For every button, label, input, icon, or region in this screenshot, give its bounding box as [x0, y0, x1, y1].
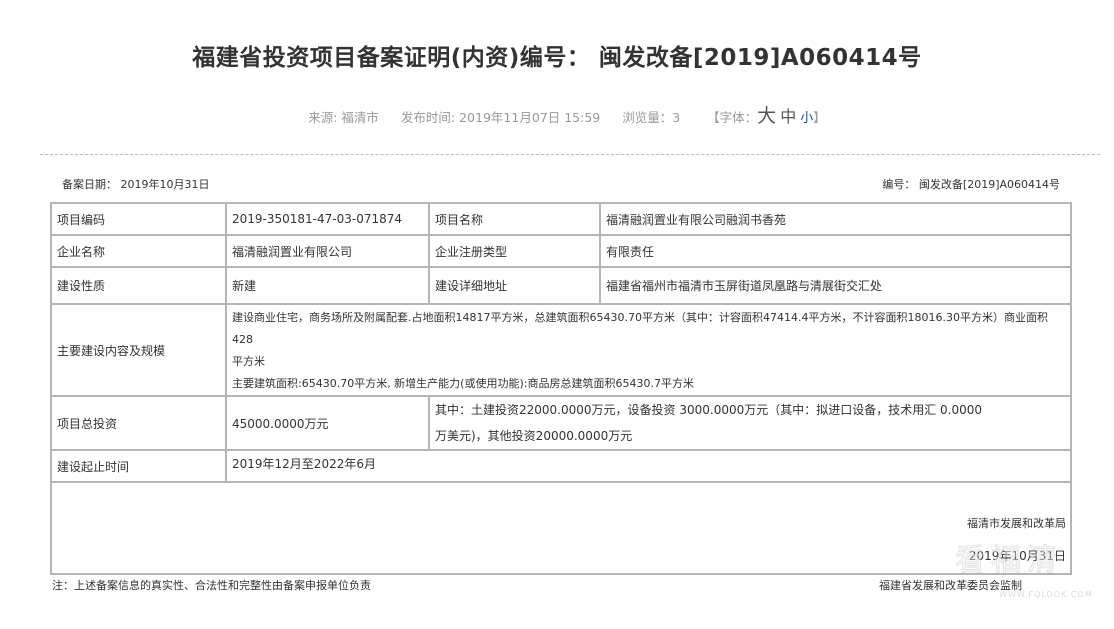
table-row: 福清市发展和改革局 2019年10月31日: [50, 481, 1072, 575]
font-selector-close: 】: [813, 110, 826, 125]
font-size-small-link[interactable]: 小: [800, 111, 813, 126]
project-name-value: 福清融润置业有限公司融润书香苑: [599, 202, 1072, 236]
content-label: 主要建设内容及规模: [50, 303, 227, 397]
record-table: 项目编码 2019-350181-47-03-071874 项目名称 福清融润置…: [50, 202, 1072, 575]
investment-line: 其中：土建投资22000.0000万元，设备投资 3000.0000万元（其中：…: [435, 403, 983, 417]
page-title: 福建省投资项目备案证明(内资)编号： 闽发改备[2019]A060414号: [192, 45, 922, 71]
signature-cell: 福清市发展和改革局 2019年10月31日: [50, 481, 1072, 575]
nature-value: 新建: [225, 266, 430, 305]
investment-line: 万美元)，其他投资20000.0000万元: [435, 429, 633, 443]
view-count: 浏览量：3: [622, 110, 681, 125]
content-line: 建设商业住宅，商务场所及附属配套.占地面积14817平方米，总建筑面积65430…: [232, 311, 1048, 346]
project-name-label: 项目名称: [428, 202, 601, 236]
company-label: 企业名称: [50, 234, 227, 268]
font-selector-open: 【字体：: [707, 110, 758, 125]
issuing-organization: 福清市发展和改革局: [967, 517, 1066, 530]
font-size-large-link[interactable]: 大: [757, 105, 776, 127]
disclaimer-note: 注：上述备案信息的真实性、合法性和完整性由备案申报单位负责: [52, 579, 371, 592]
company-value: 福清融润置业有限公司: [225, 234, 430, 268]
investment-total: 45000.0000万元: [225, 395, 430, 451]
period-label: 建设起止时间: [50, 449, 227, 483]
record-number: 编号： 闽发改备[2019]A060414号: [882, 178, 1060, 191]
table-row: 主要建设内容及规模 建设商业住宅，商务场所及附属配套.占地面积14817平方米，…: [50, 303, 1072, 397]
project-code-label: 项目编码: [50, 202, 227, 236]
content-value: 建设商业住宅，商务场所及附属配套.占地面积14817平方米，总建筑面积65430…: [225, 303, 1072, 397]
table-row: 项目总投资 45000.0000万元 其中：土建投资22000.0000万元，设…: [50, 395, 1072, 451]
investment-detail: 其中：土建投资22000.0000万元，设备投资 3000.0000万元（其中：…: [428, 395, 1072, 451]
nature-label: 建设性质: [50, 266, 227, 305]
table-row: 企业名称 福清融润置业有限公司 企业注册类型 有限责任: [50, 234, 1072, 268]
content-line: 平方米: [232, 355, 265, 368]
address-label: 建设详细地址: [428, 266, 601, 305]
publish-time: 发布时间: 2019年11月07日 15:59: [400, 110, 601, 125]
table-row: 建设起止时间 2019年12月至2022年6月: [50, 449, 1072, 483]
site-watermark: 看福清 WWW.FQLOOK.COM: [955, 535, 1105, 605]
content-line: 主要建筑面积:65430.70平方米, 新增生产能力(或使用功能):商品房总建筑…: [232, 377, 694, 390]
project-code-value: 2019-350181-47-03-071874: [225, 202, 430, 236]
font-size-medium-link[interactable]: 中: [780, 107, 796, 126]
reg-type-value: 有限责任: [599, 234, 1072, 268]
table-row: 建设性质 新建 建设详细地址 福建省福州市福清市玉屏街道凤凰路与清展街交汇处: [50, 266, 1072, 305]
table-row: 项目编码 2019-350181-47-03-071874 项目名称 福清融润置…: [50, 202, 1072, 236]
investment-label: 项目总投资: [50, 395, 227, 451]
reg-type-label: 企业注册类型: [428, 234, 601, 268]
period-value: 2019年12月至2022年6月: [225, 449, 1072, 483]
source-label: 来源: 福清市: [308, 110, 379, 125]
watermark-url: WWW.FQLOOK.COM: [999, 590, 1093, 599]
dashed-divider: [40, 154, 1100, 155]
watermark-text: 看福清: [955, 543, 1063, 579]
record-date: 备案日期： 2019年10月31日: [62, 178, 210, 191]
article-meta: 来源: 福清市 发布时间: 2019年11月07日 15:59 浏览量：3 【字…: [0, 101, 1114, 128]
font-size-selector: 【字体：大中小】: [707, 105, 826, 127]
address-value: 福建省福州市福清市玉屏街道凤凰路与清展街交汇处: [599, 266, 1072, 305]
